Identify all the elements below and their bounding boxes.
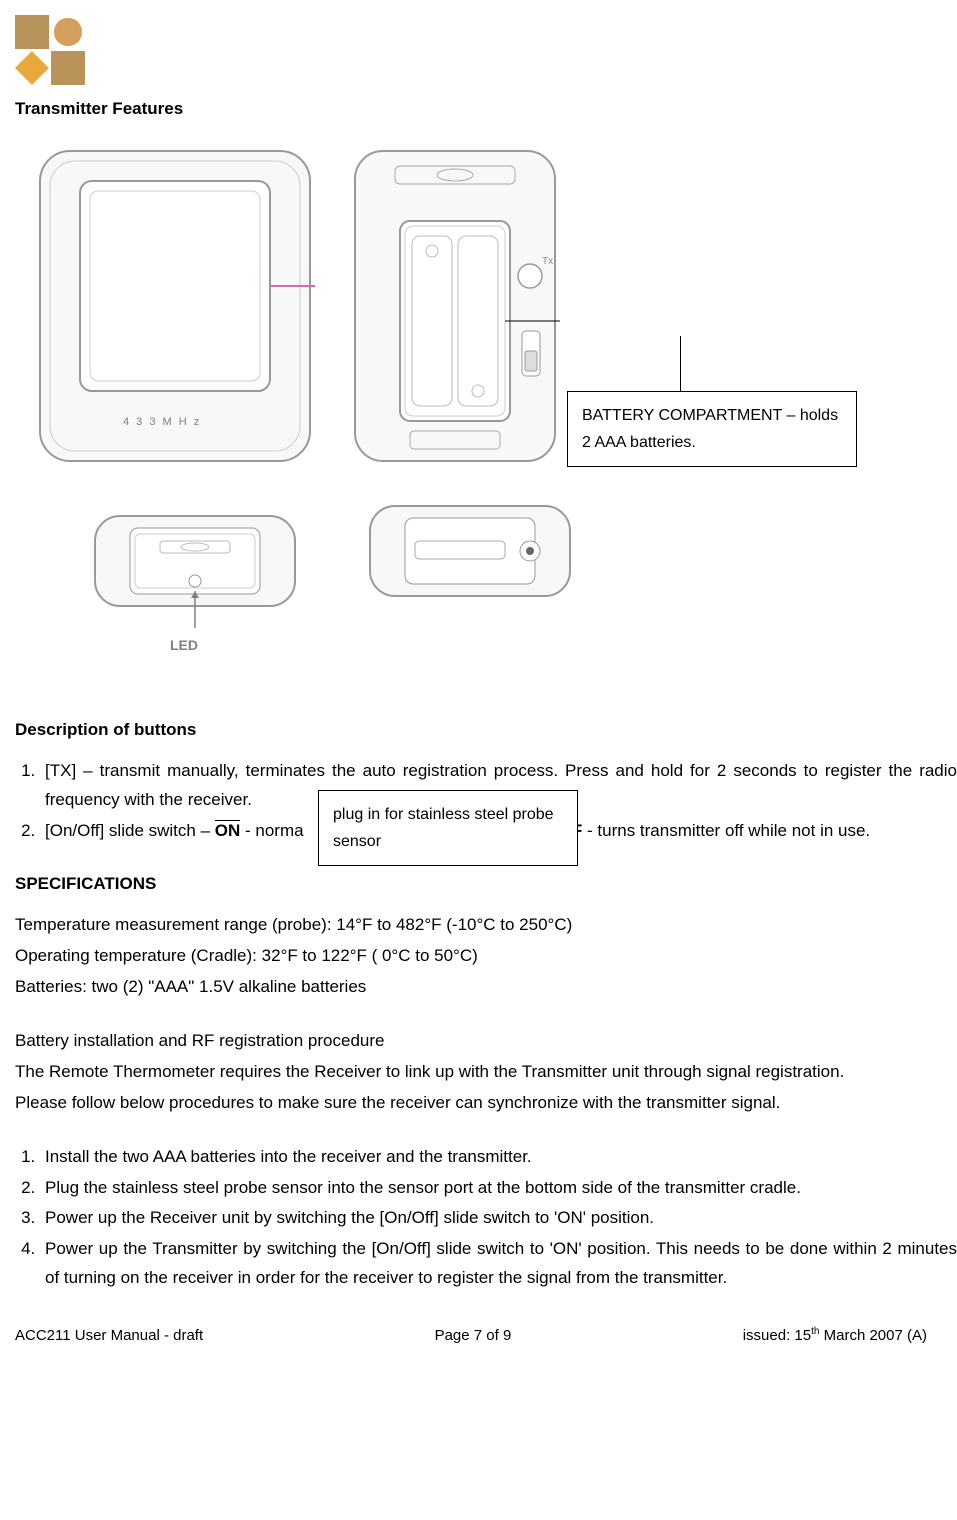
onoff-end: - turns transmitter off while not in use… <box>582 821 870 840</box>
onoff-mid: - norma <box>240 821 303 840</box>
spec-batteries: Batteries: two (2) "AAA" 1.5V alkaline b… <box>15 973 957 1002</box>
footer-right: issued: 15th March 2007 (A) <box>743 1323 927 1349</box>
section-heading-features: Transmitter Features <box>15 95 957 124</box>
footer-right-post: March 2007 (A) <box>819 1327 927 1344</box>
logo <box>15 15 85 85</box>
figure-area: 4 3 3 M H z Tx <box>15 136 957 696</box>
footer-left: ACC211 User Manual - draft <box>15 1323 203 1349</box>
procedure-step-2: Plug the stainless steel probe sensor in… <box>40 1174 957 1203</box>
procedure-intro-1: The Remote Thermometer requires the Rece… <box>15 1058 957 1087</box>
specs-block: Temperature measurement range (probe): 1… <box>15 911 957 1002</box>
device-illustration-bottom <box>365 486 575 616</box>
mhz-label: 4 3 3 M H z <box>123 413 201 432</box>
procedure-step-1: Install the two AAA batteries into the r… <box>40 1143 957 1172</box>
procedure-step-4: Power up the Transmitter by switching th… <box>40 1235 957 1293</box>
spec-temp-range: Temperature measurement range (probe): 1… <box>15 911 957 940</box>
procedure-intro-2: Please follow below procedures to make s… <box>15 1089 957 1118</box>
section-heading-specs: SPECIFICATIONS <box>15 870 957 899</box>
footer-center: Page 7 of 9 <box>435 1323 512 1349</box>
procedure-step-3: Power up the Receiver unit by switching … <box>40 1204 957 1233</box>
device-illustration-top <box>90 486 300 636</box>
callout-connector-line <box>680 336 681 391</box>
callout-battery-compartment: BATTERY COMPARTMENT – holds 2 AAA batter… <box>567 391 857 467</box>
footer-right-pre: issued: 15 <box>743 1327 811 1344</box>
led-label: LED <box>170 634 198 658</box>
onoff-pre: [On/Off] slide switch – <box>45 821 215 840</box>
spec-operating-temp: Operating temperature (Cradle): 32°F to … <box>15 942 957 971</box>
callout-probe-sensor: plug in for stainless steel probe sensor <box>318 790 578 866</box>
device-illustration-back: Tx <box>350 146 560 466</box>
procedure-steps: Install the two AAA batteries into the r… <box>15 1143 957 1293</box>
svg-text:Tx: Tx <box>542 256 553 267</box>
procedure-heading: Battery installation and RF registration… <box>15 1027 957 1056</box>
page-footer: ACC211 User Manual - draft Page 7 of 9 i… <box>15 1323 957 1349</box>
onoff-on: ON <box>215 821 241 840</box>
section-heading-buttons: Description of buttons <box>15 716 957 745</box>
